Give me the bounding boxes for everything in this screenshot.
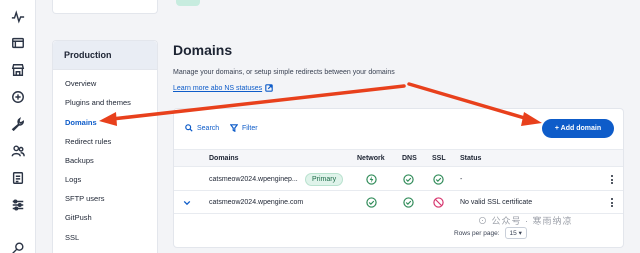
- env-nav-item-domains[interactable]: Domains: [65, 118, 97, 127]
- primary-badge: Primary: [305, 173, 344, 186]
- sliders-icon[interactable]: [10, 197, 26, 213]
- users-icon[interactable]: [10, 143, 26, 159]
- learn-more-link[interactable]: Learn more abo NS statuses: [173, 84, 273, 92]
- status-text: No valid SSL certificate: [460, 199, 533, 206]
- environment-nav: Production Overview Plugins and themes D…: [52, 40, 158, 253]
- table-row[interactable]: catsmeow2024.wpengine.com No valid SSL c…: [174, 192, 623, 214]
- env-nav-item-sftp-users[interactable]: SFTP users: [65, 194, 104, 203]
- env-nav-item-logs[interactable]: Logs: [65, 175, 81, 184]
- rows-per-page-label: Rows per page:: [454, 229, 500, 237]
- env-nav-item-gitpush[interactable]: GitPush: [65, 213, 92, 222]
- filter-label: Filter: [242, 124, 258, 132]
- column-header-ssl: SSL: [432, 155, 446, 162]
- environment-name: Production: [53, 41, 157, 70]
- row-actions-icon[interactable]: [611, 175, 614, 186]
- store-icon[interactable]: [10, 62, 26, 78]
- domain-name[interactable]: catsmeow2024.wpengine.com: [209, 199, 303, 206]
- env-nav-item-plugins-themes[interactable]: Plugins and themes: [65, 98, 131, 107]
- column-header-domains: Domains: [209, 155, 239, 162]
- env-nav-item-redirect-rules[interactable]: Redirect rules: [65, 137, 111, 146]
- domains-card: Search Filter + Add domain Domains Netwo…: [173, 108, 624, 248]
- external-link-icon: [265, 84, 273, 92]
- search-button[interactable]: Search: [185, 124, 219, 132]
- top-card-fragment: [52, 0, 158, 14]
- row-actions-icon[interactable]: [611, 198, 614, 209]
- learn-more-label: Learn more abo NS statuses: [173, 84, 263, 92]
- column-header-dns: DNS: [402, 155, 417, 162]
- domain-name[interactable]: catsmeow2024.wpenginep...: [209, 176, 298, 183]
- ssl-prohibited-icon: [433, 197, 444, 208]
- plus-circle-icon[interactable]: [10, 89, 26, 105]
- network-check-icon: [366, 197, 377, 208]
- rows-per-page-value: 15: [509, 230, 517, 237]
- column-header-status: Status: [460, 155, 482, 162]
- ssl-check-icon: [433, 174, 444, 185]
- dns-check-icon: [403, 174, 414, 185]
- chevron-down-icon[interactable]: [183, 199, 191, 207]
- page-title: Domains: [173, 42, 233, 58]
- search-icon: [185, 124, 193, 132]
- icon-rail: [0, 0, 36, 253]
- column-header-network: Network: [357, 155, 385, 162]
- env-nav-item-overview[interactable]: Overview: [65, 79, 96, 88]
- activity-icon[interactable]: [10, 9, 26, 25]
- dns-check-icon: [403, 197, 414, 208]
- table-row[interactable]: catsmeow2024.wpenginep... Primary -: [174, 169, 623, 191]
- window-icon[interactable]: [10, 35, 26, 51]
- document-icon[interactable]: [10, 170, 26, 186]
- page-description: Manage your domains, or setup simple red…: [173, 69, 395, 76]
- network-active-icon: [366, 174, 377, 185]
- filter-button[interactable]: Filter: [230, 124, 258, 132]
- search-icon[interactable]: [10, 240, 26, 253]
- filter-icon: [230, 124, 238, 132]
- wrench-icon[interactable]: [10, 116, 26, 132]
- top-pill-fragment: [176, 0, 200, 6]
- env-nav-item-backups[interactable]: Backups: [65, 156, 94, 165]
- search-label: Search: [197, 124, 220, 132]
- rows-per-page-select[interactable]: 15 ▾: [504, 227, 527, 239]
- env-nav-item-ssl[interactable]: SSL: [65, 233, 79, 242]
- watermark-logo: ⊙ 公众号 · 寒雨纳凉: [478, 216, 573, 226]
- pagination: Rows per page: 15 ▾: [454, 227, 527, 239]
- add-domain-button[interactable]: + Add domain: [542, 119, 614, 138]
- table-header: Domains Network DNS SSL Status: [174, 149, 623, 167]
- status-text: -: [460, 176, 463, 183]
